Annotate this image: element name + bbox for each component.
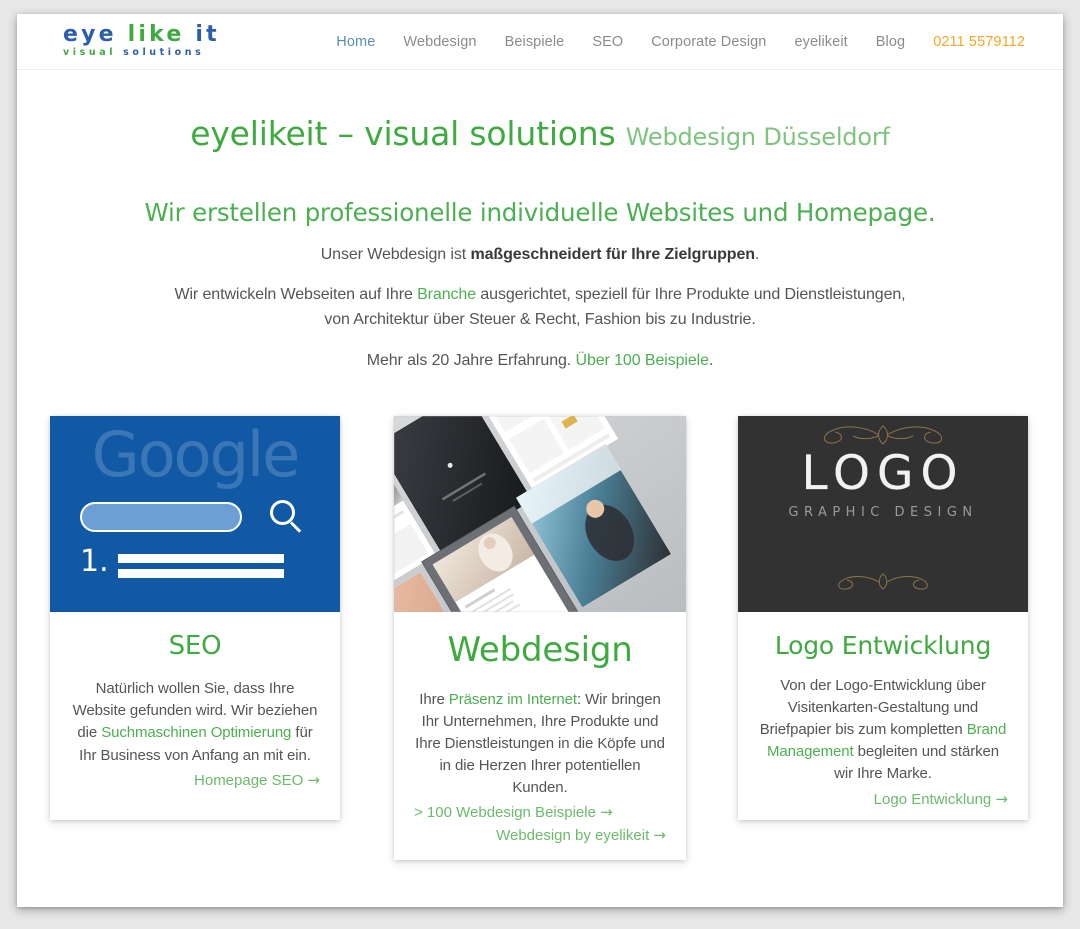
intro-line-1-a: Unser Webdesign ist bbox=[320, 245, 471, 263]
logo-card-title: Logo Entwicklung bbox=[774, 630, 992, 660]
webdesign-card-text: Ihre Präsenz im Internet: Wir bringen Ih… bbox=[414, 689, 666, 799]
webdesign-card-title: Webdesign bbox=[447, 629, 633, 670]
webdesign-card-link-by-eyelikeit[interactable]: Webdesign by eyelikeit → bbox=[414, 824, 666, 847]
nav-item-eyelikeit[interactable]: eyelikeit bbox=[780, 34, 861, 50]
logo-word-it: it bbox=[195, 22, 220, 47]
card-logo-entwicklung[interactable]: LOGO GRAPHIC DESIGN Logo Entwicklung Von… bbox=[738, 415, 1028, 820]
logo-word-eye: eye bbox=[63, 22, 117, 47]
page-title-main: eyelikeit – visual solutions bbox=[190, 114, 616, 153]
webdesign-text-a: Ihre bbox=[419, 691, 449, 709]
intro-line-2-b: ausgerichtet, speziell für Ihre Produkte… bbox=[476, 286, 906, 304]
intro-line-4: Mehr als 20 Jahre Erfahrung. Über 100 Be… bbox=[17, 349, 1063, 374]
magnifier-icon bbox=[270, 499, 306, 536]
intro-line-2-a: Wir entwickeln Webseiten auf Ihre bbox=[174, 286, 418, 304]
intro-link-beispiele[interactable]: Über 100 Beispiele bbox=[576, 352, 710, 369]
nav-item-corporate-design[interactable]: Corporate Design bbox=[637, 34, 780, 50]
webdesign-card-image bbox=[394, 415, 686, 612]
seo-card-links: Homepage SEO → bbox=[70, 769, 320, 792]
site-logo[interactable]: eye like it visual solutions bbox=[63, 23, 313, 58]
search-input-graphic bbox=[80, 501, 242, 532]
site-header: eye like it visual solutions Home Webdes… bbox=[17, 14, 1063, 70]
arrow-right-icon: → bbox=[653, 826, 666, 845]
nav-item-blog[interactable]: Blog bbox=[862, 34, 919, 50]
google-watermark-text: Google bbox=[91, 417, 301, 491]
logo-card-text: Von der Logo-Entwicklung über Visitenkar… bbox=[758, 675, 1008, 785]
logo-sub-visual: visual bbox=[63, 47, 117, 59]
nav-item-seo[interactable]: SEO bbox=[578, 34, 637, 50]
seo-inline-link[interactable]: Suchmaschinen Optimierung bbox=[101, 724, 291, 741]
nav-item-webdesign[interactable]: Webdesign bbox=[389, 34, 490, 50]
flourish-bottom-ornament bbox=[738, 572, 1028, 598]
arrow-right-icon: → bbox=[995, 789, 1008, 808]
seo-card-body: SEO Natürlich wollen Sie, dass Ihre Webs… bbox=[50, 612, 340, 810]
rank-number: 1. bbox=[80, 543, 109, 579]
seo-card-link-homepage-seo[interactable]: Homepage SEO → bbox=[70, 769, 320, 792]
logo-tagline: visual solutions bbox=[63, 47, 313, 58]
logo-card-tagline: GRAPHIC DESIGN bbox=[788, 504, 978, 520]
intro-line-2: Wir entwickeln Webseiten auf Ihre Branch… bbox=[17, 283, 1063, 333]
webdesign-link-2-label: Webdesign by eyelikeit bbox=[496, 827, 650, 845]
webdesign-link-1-label: > 100 Webdesign Beispiele bbox=[414, 804, 596, 822]
logo-wordmark: eye like it bbox=[63, 23, 313, 46]
intro-line-4-a: Mehr als 20 Jahre Erfahrung. bbox=[366, 351, 576, 369]
website-mockup-collage-graphic bbox=[394, 415, 686, 612]
webdesign-card-links: > 100 Webdesign Beispiele → Webdesign by… bbox=[414, 801, 666, 847]
page-title-subtitle: Webdesign Düsseldorf bbox=[625, 123, 890, 151]
webdesign-card-link-beispiele[interactable]: > 100 Webdesign Beispiele → bbox=[414, 801, 666, 824]
intro-line-1: Unser Webdesign ist maßgeschneidert für … bbox=[17, 243, 1063, 268]
logo-card-image: LOGO GRAPHIC DESIGN bbox=[738, 415, 1028, 612]
nav-item-phone[interactable]: 0211 5579112 bbox=[919, 34, 1025, 50]
intro-line-4-b: . bbox=[708, 351, 714, 369]
search-bar-graphic bbox=[80, 499, 314, 536]
intro-headline: Wir erstellen professionelle individuell… bbox=[144, 197, 936, 227]
logo-sub-solutions: solutions bbox=[123, 47, 205, 59]
card-webdesign[interactable]: Webdesign Ihre Präsenz im Internet: Wir … bbox=[394, 415, 686, 860]
seo-card-title: SEO bbox=[168, 630, 222, 661]
intro-line-1-c: . bbox=[754, 245, 760, 263]
page-title: eyelikeit – visual solutions Webdesign D… bbox=[17, 114, 1063, 154]
result-line-2 bbox=[118, 568, 284, 578]
arrow-right-icon: → bbox=[307, 770, 320, 789]
webdesign-inline-link[interactable]: Präsenz im Internet bbox=[449, 691, 577, 708]
intro-link-branche[interactable]: Branche bbox=[417, 286, 476, 303]
logo-word-like: like bbox=[127, 22, 185, 47]
logo-link-label: Logo Entwicklung bbox=[873, 790, 992, 808]
seo-card-text: Natürlich wollen Sie, dass Ihre Website … bbox=[70, 678, 320, 766]
result-line-1 bbox=[118, 553, 284, 563]
intro-section: eyelikeit – visual solutions Webdesign D… bbox=[17, 70, 1063, 374]
logo-card-word: LOGO bbox=[801, 445, 965, 501]
nav-item-home[interactable]: Home bbox=[322, 34, 389, 50]
page-frame: eye like it visual solutions Home Webdes… bbox=[17, 14, 1063, 907]
seo-link-label: Homepage SEO bbox=[194, 771, 304, 789]
logo-text-b: begleiten und stärken wir Ihre Marke. bbox=[834, 743, 999, 783]
flourish-top-ornament bbox=[738, 422, 1028, 448]
logo-card-links: Logo Entwicklung → bbox=[758, 788, 1008, 811]
webdesign-card-body: Webdesign Ihre Präsenz im Internet: Wir … bbox=[394, 612, 686, 866]
card-seo[interactable]: Google 1. SEO Natürlich wollen Sie, dass… bbox=[50, 415, 340, 820]
main-navigation: Home Webdesign Beispiele SEO Corporate D… bbox=[322, 14, 1025, 70]
arrow-right-icon: → bbox=[600, 803, 613, 822]
seo-card-image: Google 1. bbox=[50, 415, 340, 612]
search-result-graphic: 1. bbox=[80, 543, 314, 582]
nav-item-beispiele[interactable]: Beispiele bbox=[491, 34, 579, 50]
intro-line-3: von Architektur über Steuer & Recht, Fas… bbox=[324, 311, 756, 329]
logo-card-wordmark: LOGO GRAPHIC DESIGN bbox=[738, 450, 1028, 519]
logo-card-link-entwicklung[interactable]: Logo Entwicklung → bbox=[758, 788, 1008, 811]
intro-line-1-strong: maßgeschneidert für Ihre Zielgruppen bbox=[470, 245, 755, 263]
logo-card-body: Logo Entwicklung Von der Logo-Entwicklun… bbox=[738, 612, 1028, 829]
logo-text-a: Von der Logo-Entwicklung über Visitenkar… bbox=[759, 677, 986, 739]
service-cards: Google 1. SEO Natürlich wollen Sie, dass… bbox=[17, 414, 1063, 884]
